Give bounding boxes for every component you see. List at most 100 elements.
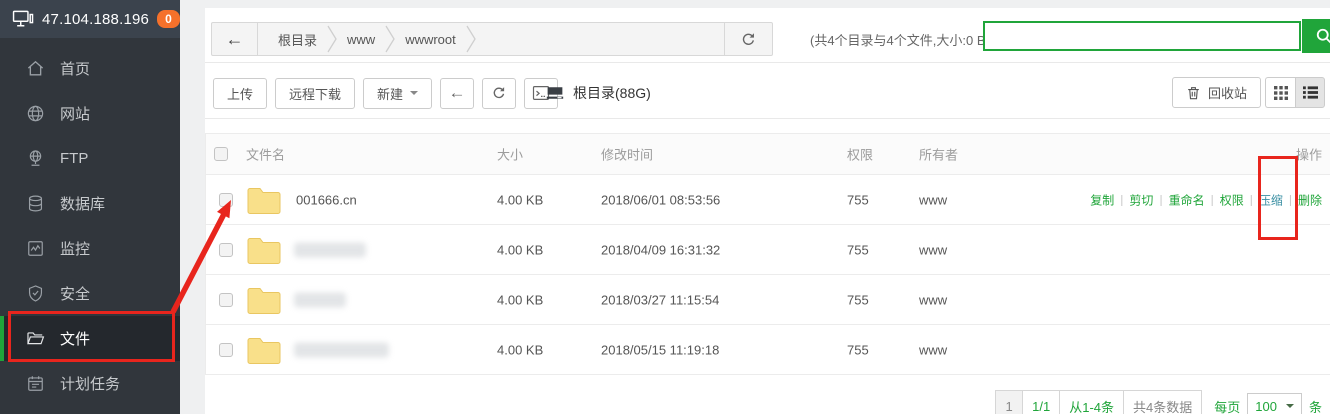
stats-text: (共4个目录与4个文件,大小:0 B — [810, 30, 986, 49]
action-copy[interactable]: 复制 — [1090, 191, 1114, 208]
action-rename[interactable]: 重命名 — [1169, 191, 1205, 208]
globe-icon — [25, 104, 45, 124]
folder-icon[interactable] — [246, 184, 282, 215]
disk-label-text: 根目录(88G) — [573, 83, 651, 103]
action-permission[interactable]: 权限 — [1220, 191, 1244, 208]
remote-download-button[interactable]: 远程下载 — [275, 78, 355, 109]
sidebar-item-monitor[interactable]: 监控 — [0, 226, 180, 271]
sidebar-item-security[interactable]: 安全 — [0, 271, 180, 316]
chevron-separator-icon — [385, 23, 395, 55]
refresh-button[interactable] — [482, 78, 516, 109]
grid-view-button[interactable] — [1265, 77, 1295, 108]
new-dropdown-button[interactable]: 新建 — [363, 78, 432, 109]
server-monitor-icon — [12, 10, 34, 28]
path-back-button[interactable]: ← — [212, 23, 258, 55]
breadcrumb-root[interactable]: 根目录 — [268, 30, 327, 49]
column-header-mtime[interactable]: 修改时间 — [601, 145, 653, 164]
file-owner: www — [919, 292, 947, 307]
row-checkbox[interactable] — [219, 293, 233, 307]
pagination: 1 1/1 从1-4条 共4条数据 每页 100 条 — [996, 390, 1322, 414]
breadcrumb: 根目录 www wwwroot — [258, 23, 724, 55]
back-button[interactable]: ← — [440, 78, 474, 109]
upload-button[interactable]: 上传 — [213, 78, 267, 109]
notification-badge[interactable]: 0 — [157, 10, 180, 28]
column-header-perm: 权限 — [847, 145, 873, 164]
chevron-separator-icon — [327, 23, 337, 55]
list-view-icon — [1303, 86, 1318, 99]
sidebar-item-website[interactable]: 网站 — [0, 91, 180, 136]
monitor-chart-icon — [25, 239, 45, 259]
back-arrow-icon: ← — [226, 29, 244, 50]
recycle-bin-button[interactable]: 回收站 — [1172, 77, 1261, 108]
breadcrumb-wwwroot[interactable]: wwwroot — [395, 32, 466, 47]
sidebar-item-files[interactable]: 文件 — [0, 316, 180, 361]
file-table: 文件名 大小 修改时间 权限 所有者 操作 001666.cn 4.00 KB … — [205, 133, 1330, 375]
sidebar-item-label: 文件 — [60, 328, 90, 349]
sidebar-item-database[interactable]: 数据库 — [0, 181, 180, 226]
sidebar-item-cron[interactable]: 计划任务 — [0, 361, 180, 406]
action-separator: | — [1159, 193, 1162, 207]
file-size: 4.00 KB — [497, 292, 543, 307]
total-count: 共4条数据 — [1123, 390, 1202, 414]
refresh-icon — [740, 31, 757, 48]
redacted-file-name[interactable] — [294, 242, 366, 257]
toolbar: 上传 远程下载 新建 ← — [213, 77, 558, 109]
file-mtime: 2018/04/09 16:31:32 — [601, 242, 720, 257]
per-page-unit: 条 — [1309, 397, 1322, 414]
row-checkbox[interactable] — [219, 243, 233, 257]
sidebar-item-ftp[interactable]: FTP — [0, 136, 180, 181]
redacted-file-name[interactable] — [294, 292, 346, 307]
per-page-select[interactable]: 100 — [1247, 393, 1302, 414]
search-icon — [1314, 26, 1330, 46]
action-delete[interactable]: 删除 — [1298, 191, 1322, 208]
column-header-size[interactable]: 大小 — [497, 145, 523, 164]
sidebar-item-label: FTP — [60, 150, 88, 167]
sidebar-header: 47.104.188.196 0 — [0, 0, 180, 38]
per-page-label: 每页 — [1214, 397, 1240, 414]
folder-icon[interactable] — [246, 334, 282, 365]
chevron-down-icon — [410, 91, 418, 99]
action-cut[interactable]: 剪切 — [1129, 191, 1153, 208]
column-header-ops: 操作 — [1296, 145, 1322, 164]
file-name[interactable]: 001666.cn — [296, 192, 357, 207]
page-number[interactable]: 1 — [995, 390, 1023, 414]
select-all-checkbox[interactable] — [214, 147, 228, 161]
table-row[interactable]: 001666.cn 4.00 KB 2018/06/01 08:53:56 75… — [206, 175, 1330, 225]
sidebar-item-home[interactable]: 首页 — [0, 46, 180, 91]
search-input[interactable] — [983, 21, 1301, 51]
sidebar-item-label: 计划任务 — [60, 373, 120, 394]
page-range[interactable]: 从1-4条 — [1059, 390, 1124, 414]
file-perm: 755 — [847, 292, 869, 307]
row-checkbox[interactable] — [219, 193, 233, 207]
column-header-name[interactable]: 文件名 — [246, 145, 285, 164]
action-separator: | — [1120, 193, 1123, 207]
database-icon — [25, 194, 45, 214]
file-owner: www — [919, 242, 947, 257]
table-row[interactable]: 4.00 KB 2018/03/27 11:15:54 755 www — [206, 275, 1330, 325]
search-button[interactable] — [1302, 19, 1330, 53]
action-compress[interactable]: 压缩 — [1259, 191, 1283, 208]
table-row[interactable]: 4.00 KB 2018/05/15 11:19:18 755 www — [206, 325, 1330, 375]
row-actions: 复制 | 剪切 | 重命名 | 权限 | 压缩 | 删除 — [1090, 191, 1322, 208]
folder-icon[interactable] — [246, 284, 282, 315]
recycle-bin-label: 回收站 — [1208, 83, 1247, 102]
sidebar-menu: 首页 网站 FTP 数据库 — [0, 46, 180, 406]
file-mtime: 2018/05/15 11:19:18 — [601, 342, 719, 357]
disk-root-label[interactable]: 根目录(88G) — [545, 77, 651, 109]
chevron-separator-icon — [466, 23, 476, 55]
file-perm: 755 — [847, 242, 869, 257]
list-view-button[interactable] — [1295, 77, 1325, 108]
divider — [205, 118, 1330, 119]
folder-icon[interactable] — [246, 234, 282, 265]
table-row[interactable]: 4.00 KB 2018/04/09 16:31:32 755 www — [206, 225, 1330, 275]
refresh-icon — [491, 85, 507, 101]
breadcrumb-www[interactable]: www — [337, 32, 385, 47]
sidebar-item-label: 安全 — [60, 283, 90, 304]
file-perm: 755 — [847, 342, 869, 357]
chevron-down-icon — [1286, 404, 1294, 412]
page-ratio[interactable]: 1/1 — [1022, 390, 1060, 414]
row-checkbox[interactable] — [219, 343, 233, 357]
new-button-label: 新建 — [377, 84, 403, 103]
redacted-file-name[interactable] — [294, 342, 389, 357]
path-refresh-button[interactable] — [724, 23, 772, 55]
